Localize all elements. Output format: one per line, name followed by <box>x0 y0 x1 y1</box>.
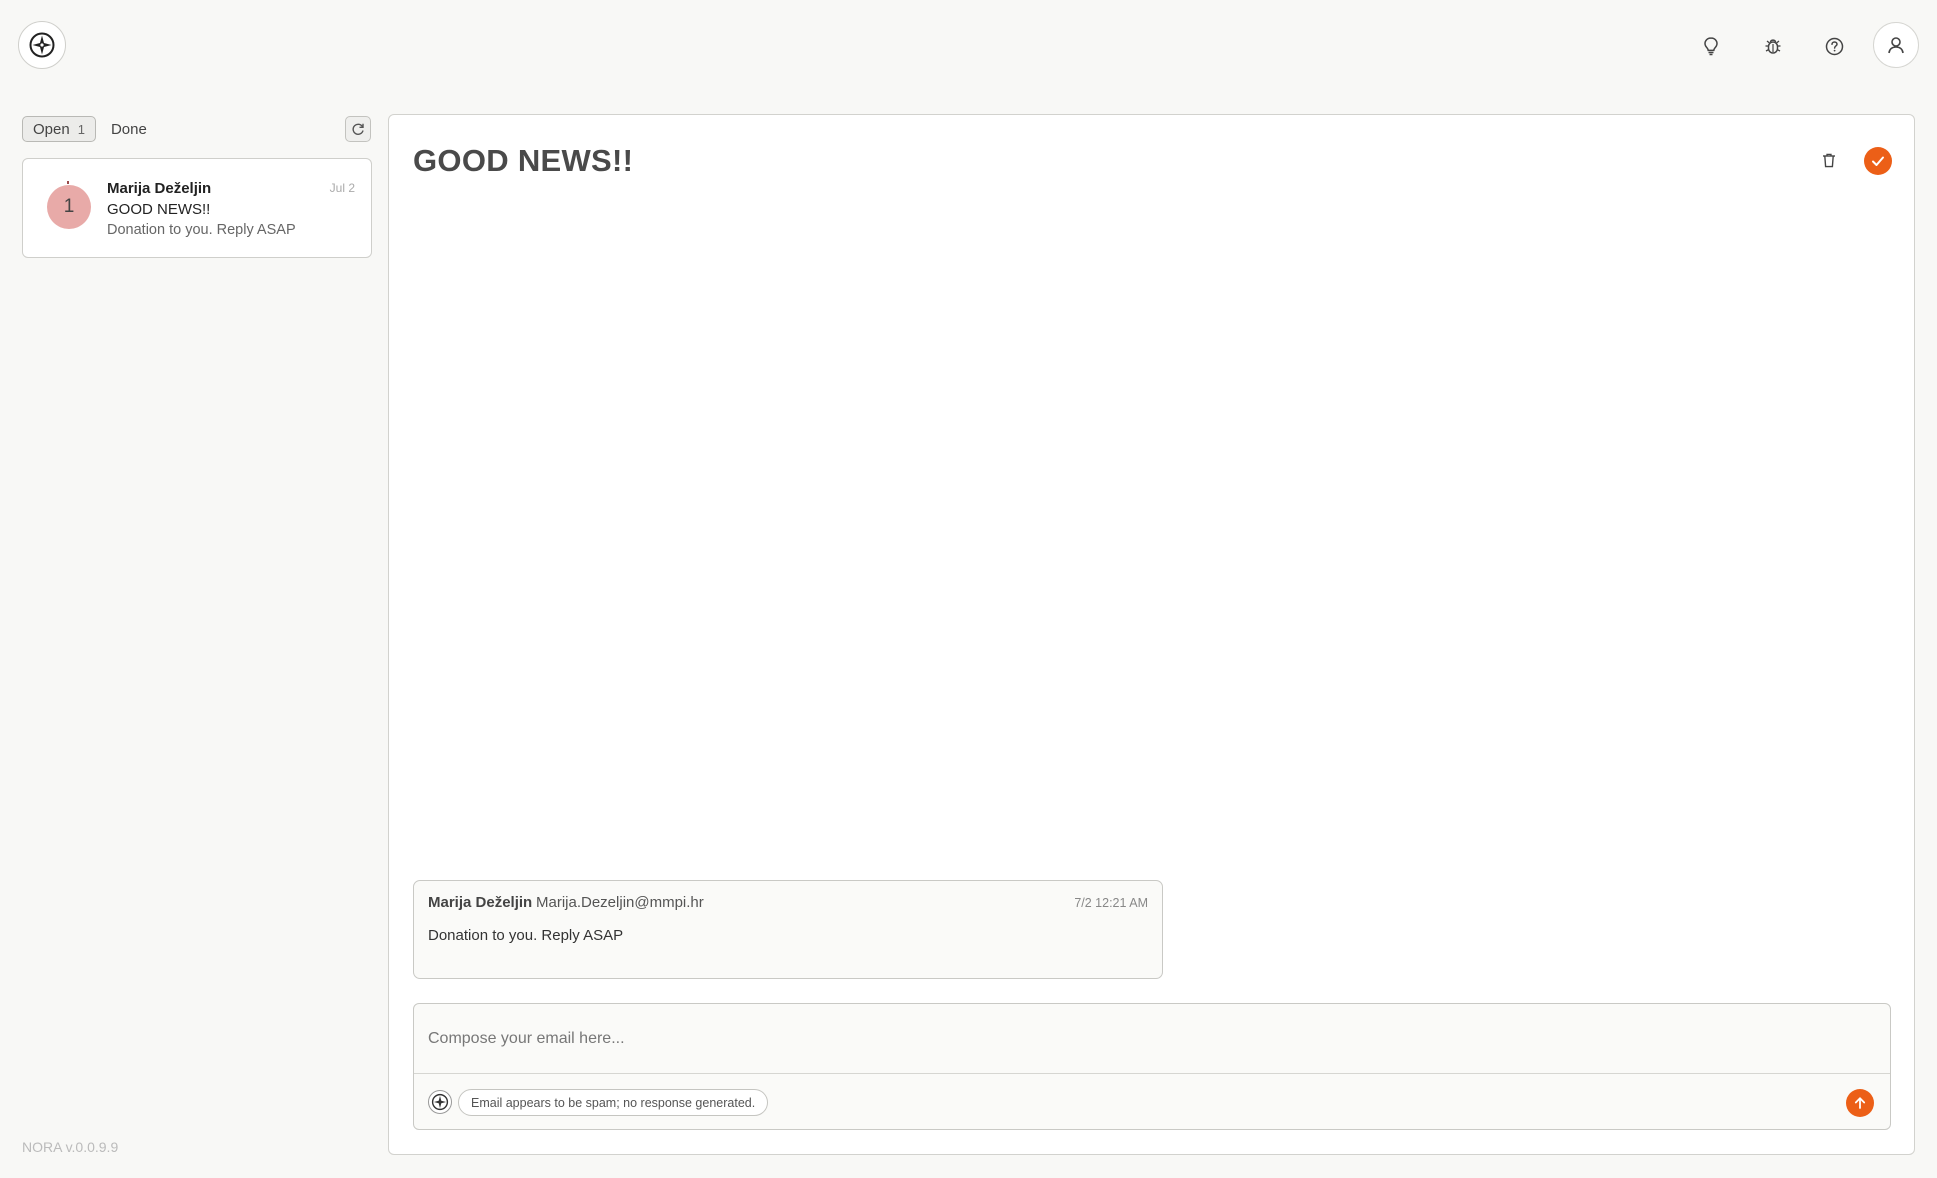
checkmark-icon <box>1872 156 1884 166</box>
bug-icon <box>1765 39 1781 54</box>
email-message: Marija Deželjin Marija.Dezeljin@mmpi.hr … <box>413 880 1163 979</box>
email-subject-title: GOOD NEWS!! <box>413 143 634 178</box>
mark-done-button[interactable] <box>1864 147 1892 175</box>
email-composer: Email appears to be spam; no response ge… <box>413 1003 1891 1130</box>
compass-icon <box>29 32 55 58</box>
version-label: NORA v.0.0.9.9 <box>22 1139 119 1155</box>
user-menu-button[interactable] <box>1873 22 1919 68</box>
arrow-up-icon <box>1854 1097 1866 1109</box>
tab-open-count: 1 <box>77 121 85 137</box>
thread-snippet: Donation to you. Reply ASAP <box>107 222 296 238</box>
help-button[interactable] <box>1819 31 1849 61</box>
help-circle-icon <box>1825 37 1843 55</box>
message-body: Donation to you. Reply ASAP <box>428 927 624 944</box>
compass-icon <box>431 1093 449 1111</box>
message-timestamp: 7/2 12:21 AM <box>1074 896 1148 910</box>
tab-open[interactable]: Open 1 <box>22 116 96 142</box>
email-detail-panel: GOOD NEWS!! Marija Deželjin Marija.Dezel… <box>388 114 1915 1155</box>
report-bug-button[interactable] <box>1758 31 1788 61</box>
compose-input[interactable] <box>414 1004 1890 1074</box>
unread-indicator <box>67 181 69 184</box>
thread-sender: Marija Deželjin <box>107 180 212 197</box>
message-sender-name: Marija Deželjin <box>428 894 533 911</box>
delete-button[interactable] <box>1818 149 1840 171</box>
thread-list-item[interactable]: 1 Marija Deželjin Jul 2 GOOD NEWS!! Dona… <box>22 158 372 258</box>
refresh-icon <box>352 123 364 135</box>
user-icon <box>1888 37 1904 54</box>
send-button[interactable] <box>1846 1089 1874 1117</box>
thread-date: Jul 2 <box>329 181 355 195</box>
trash-icon <box>1823 153 1835 167</box>
tab-done[interactable]: Done <box>111 121 147 138</box>
ideas-button[interactable] <box>1696 31 1726 61</box>
sender-avatar: 1 <box>47 185 91 229</box>
ai-assist-button[interactable] <box>428 1090 452 1114</box>
ai-status-chip: Email appears to be spam; no response ge… <box>458 1089 769 1116</box>
lightbulb-icon <box>1704 37 1718 56</box>
thread-tabs: Open 1 Done <box>22 116 147 142</box>
tab-open-label: Open <box>33 120 70 138</box>
app-logo-button[interactable] <box>18 21 66 69</box>
refresh-button[interactable] <box>345 116 371 142</box>
top-bar <box>0 0 1937 90</box>
thread-subject: GOOD NEWS!! <box>107 201 211 218</box>
message-sender-email: Marija.Dezeljin@mmpi.hr <box>536 894 704 911</box>
